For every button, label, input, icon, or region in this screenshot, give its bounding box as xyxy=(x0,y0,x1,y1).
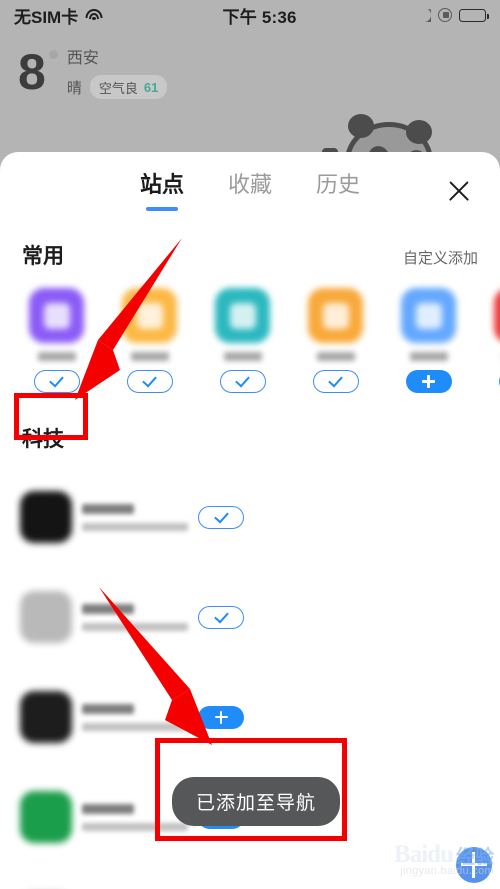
status-bar: 无SIM卡 下午 5:36 xyxy=(0,0,500,30)
app-icon[interactable] xyxy=(401,288,456,343)
watermark: Baidu 经验 jingyan.baidu.com xyxy=(394,841,494,877)
site-subtitle xyxy=(82,622,188,631)
common-sites-grid xyxy=(0,270,500,393)
app-icon[interactable] xyxy=(494,288,500,343)
degree-dot xyxy=(48,49,58,59)
app-icon[interactable] xyxy=(215,288,270,343)
close-icon[interactable] xyxy=(446,178,472,204)
grid-item[interactable] xyxy=(289,288,382,393)
app-label xyxy=(409,352,448,361)
app-label xyxy=(223,352,262,361)
status-bar-clock: 下午 5:36 xyxy=(222,7,297,27)
custom-add-button[interactable]: 自定义添加 xyxy=(403,247,478,268)
add-button[interactable] xyxy=(405,370,452,393)
grid-item[interactable] xyxy=(382,288,475,393)
weather-city: 西安 xyxy=(66,50,99,67)
selected-check-button[interactable] xyxy=(33,370,80,393)
selected-check-button[interactable] xyxy=(219,370,266,393)
site-title xyxy=(82,803,134,814)
app-icon[interactable] xyxy=(122,288,177,343)
selected-check-button[interactable] xyxy=(198,605,244,629)
watermark-url: jingyan.baidu.com xyxy=(400,865,494,877)
section-title-common: 常用 xyxy=(22,245,64,268)
grid-item[interactable] xyxy=(103,288,196,393)
site-icon xyxy=(20,491,72,543)
app-icon[interactable] xyxy=(29,288,84,343)
carrier-label: 无SIM卡 xyxy=(14,7,79,27)
rotation-lock-icon xyxy=(438,8,452,22)
app-label xyxy=(37,352,76,361)
add-button[interactable] xyxy=(198,705,244,729)
air-quality-badge: 空气良 61 xyxy=(89,75,168,99)
air-quality-label: 空气良 xyxy=(98,80,138,96)
list-item[interactable] xyxy=(8,667,252,767)
grid-item[interactable] xyxy=(10,288,103,393)
site-title xyxy=(82,503,134,514)
site-title xyxy=(82,603,134,614)
tab-history[interactable]: 历史 xyxy=(316,167,360,207)
battery-icon xyxy=(459,8,489,22)
site-icon xyxy=(20,791,72,843)
sheet-tab-bar: 站点 收藏 历史 xyxy=(0,152,500,214)
site-title xyxy=(82,703,134,714)
app-label xyxy=(316,352,355,361)
selected-check-button[interactable] xyxy=(312,370,359,393)
wifi-icon xyxy=(85,8,103,22)
air-quality-index: 61 xyxy=(143,79,159,95)
site-icon xyxy=(20,591,72,643)
list-item[interactable] xyxy=(8,867,252,889)
tab-sites[interactable]: 站点 xyxy=(140,167,184,207)
weather-condition: 晴 xyxy=(66,79,82,97)
grid-item[interactable] xyxy=(475,288,500,393)
weather-temperature: 8 xyxy=(18,47,58,97)
section-header-tech: 科技 xyxy=(0,393,500,453)
weather-widget[interactable]: 8 西安 晴 空气良 61 xyxy=(18,44,168,99)
section-title-tech: 科技 xyxy=(22,428,64,451)
site-subtitle xyxy=(82,822,188,831)
toast-message: 已添加至导航 xyxy=(172,777,341,826)
site-icon xyxy=(20,691,72,743)
grid-item[interactable] xyxy=(196,288,289,393)
site-subtitle xyxy=(82,522,188,531)
site-subtitle xyxy=(82,722,188,731)
section-header-common: 常用 自定义添加 xyxy=(0,214,500,270)
list-item[interactable] xyxy=(8,567,252,667)
selected-check-button[interactable] xyxy=(126,370,173,393)
app-label xyxy=(130,352,169,361)
list-item[interactable] xyxy=(8,467,252,567)
selected-check-button[interactable] xyxy=(198,505,244,529)
moon-icon xyxy=(417,8,431,22)
tab-favorites[interactable]: 收藏 xyxy=(228,167,272,207)
app-icon[interactable] xyxy=(308,288,363,343)
phone-screen: 无SIM卡 下午 5:36 8 西安 晴 空气良 61 站点 收藏 历史 常用 … xyxy=(0,0,500,889)
